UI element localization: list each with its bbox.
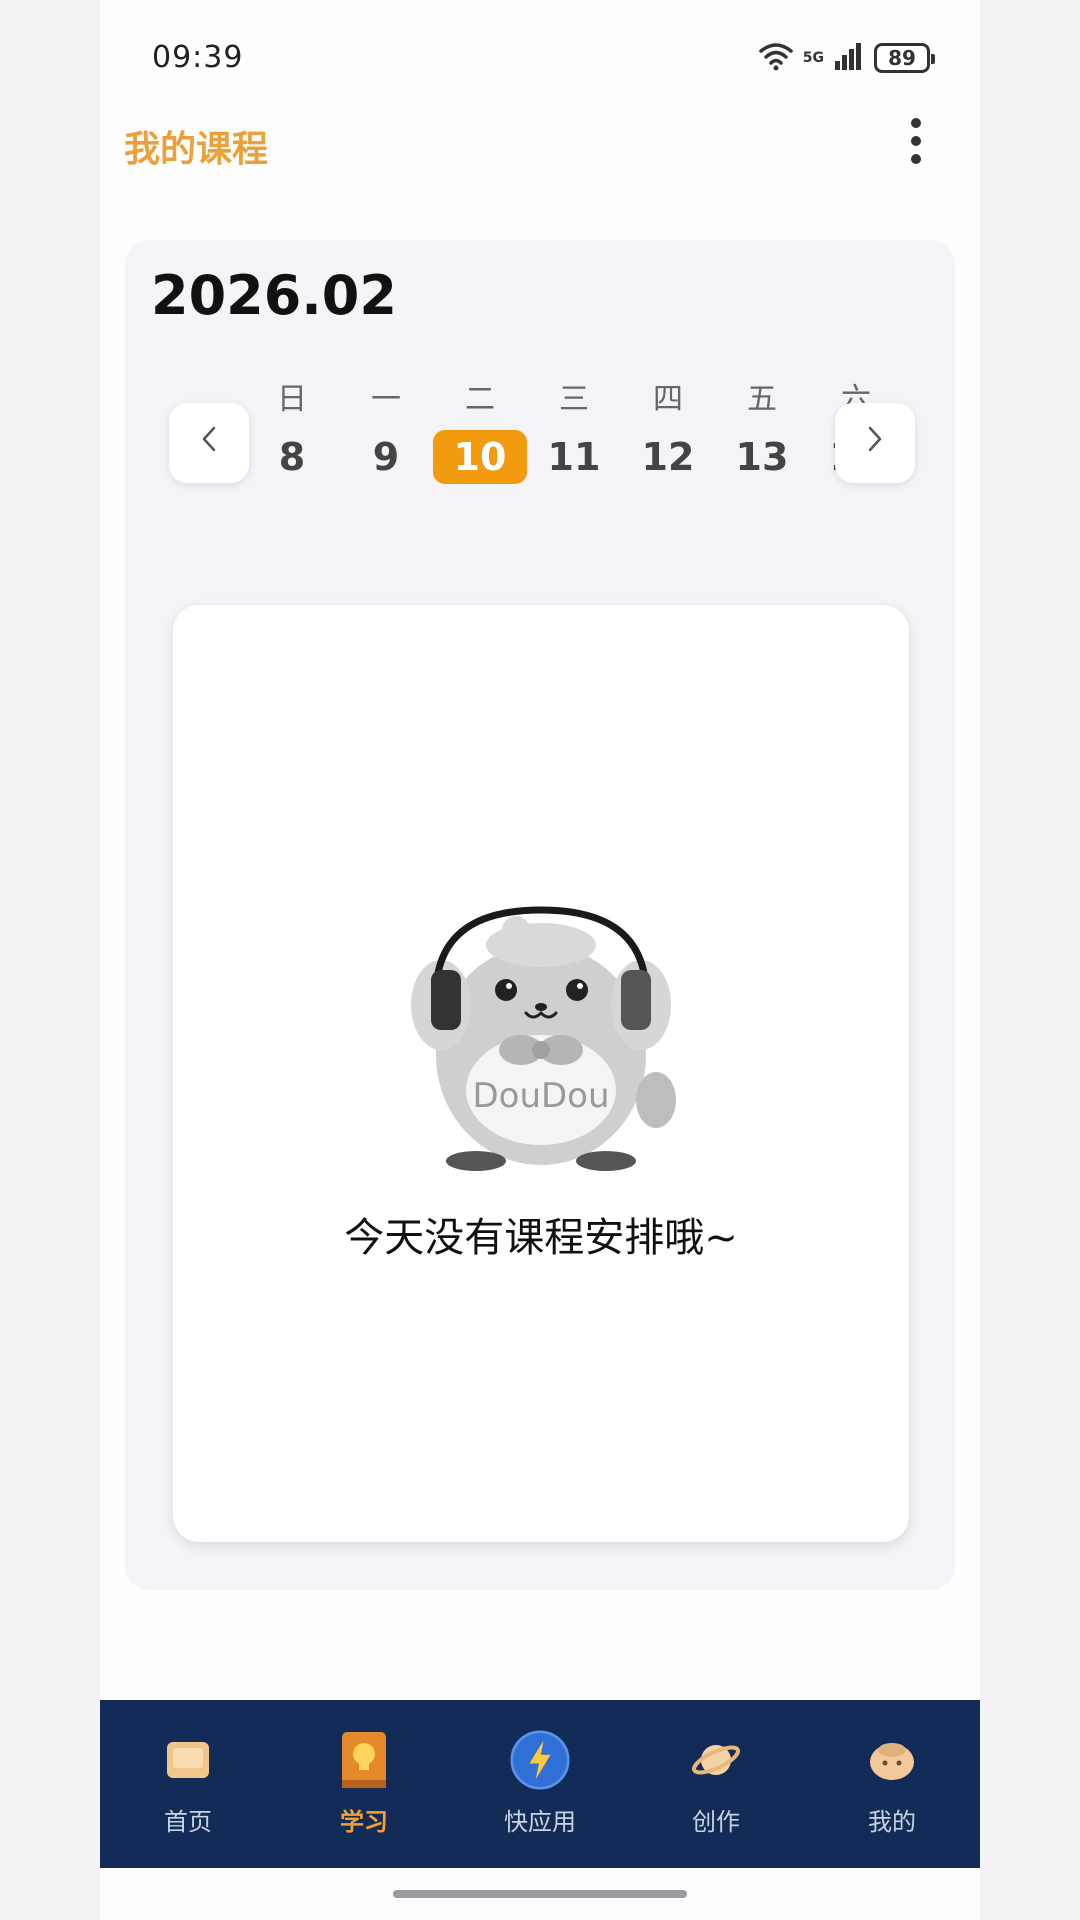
profile-avatar-icon [862, 1730, 922, 1790]
home-icon [158, 1730, 218, 1790]
nav-label: 创作 [692, 1808, 740, 1836]
chevron-right-icon [865, 423, 885, 463]
calendar-day[interactable]: 日 8 [245, 380, 339, 510]
battery-level: 89 [888, 46, 916, 70]
nav-label: 首页 [164, 1808, 212, 1836]
nav-item-mine[interactable]: 我的 [812, 1730, 972, 1837]
quick-app-icon [510, 1730, 570, 1790]
weekday-label: 二 [465, 382, 495, 417]
nav-item-create[interactable]: 创作 [636, 1730, 796, 1837]
chevron-left-icon [199, 423, 219, 463]
nav-label: 我的 [868, 1808, 916, 1836]
empty-state-message: 今天没有课程安排哦~ [344, 1215, 738, 1261]
next-week-button[interactable] [835, 403, 915, 483]
nav-label: 学习 [340, 1808, 388, 1836]
weekday-label: 三 [559, 382, 589, 417]
nav-item-study[interactable]: 学习 [284, 1730, 444, 1837]
calendar-day-selected[interactable]: 二 10 [433, 380, 527, 510]
status-time: 09:39 [152, 40, 244, 75]
nav-item-home[interactable]: 首页 [108, 1730, 268, 1837]
calendar-day[interactable]: 三 11 [527, 380, 621, 510]
date-number: 9 [372, 435, 400, 479]
date-number: 10 [433, 430, 527, 484]
calendar-day[interactable]: 五 13 [715, 380, 809, 510]
battery-icon: 89 [874, 43, 935, 73]
nav-item-quick-app[interactable]: 快应用 [460, 1730, 620, 1837]
mascot-name: DouDou [472, 1076, 609, 1116]
prev-week-button[interactable] [169, 403, 249, 483]
study-book-icon [334, 1730, 394, 1790]
calendar-day[interactable]: 四 12 [621, 380, 715, 510]
network-type-label: 5G [802, 50, 824, 66]
planet-icon [686, 1730, 746, 1790]
weekday-label: 一 [371, 382, 401, 417]
course-list-panel: DouDou 今天没有课程安排哦~ [173, 605, 909, 1542]
cellular-signal-icon [834, 41, 864, 75]
page-title: 我的课程 [124, 129, 269, 170]
date-number: 13 [735, 435, 789, 479]
date-number: 12 [641, 435, 695, 479]
doudou-mascot-illustration: DouDou [411, 906, 676, 1171]
more-vertical-icon[interactable] [906, 118, 926, 164]
bottom-navigation: 首页 学习 快应用 创作 我的 [100, 1700, 980, 1868]
home-indicator[interactable] [393, 1890, 687, 1898]
weekday-label: 四 [653, 382, 683, 417]
status-icons: 5G 89 [759, 40, 935, 76]
wifi-icon [759, 41, 793, 75]
calendar-day[interactable]: 一 9 [339, 380, 433, 510]
weekday-label: 日 [277, 382, 307, 417]
date-number: 8 [278, 435, 306, 479]
nav-label: 快应用 [504, 1808, 576, 1836]
date-number: 11 [547, 435, 601, 479]
week-strip: 日 8 一 9 二 10 三 11 四 12 五 13 六 [245, 380, 882, 510]
phone-screen: 09:39 5G 89 我的课程 2026.02 日 8 一 9 二 10 三 … [100, 0, 980, 1920]
weekday-label: 五 [747, 382, 777, 417]
calendar-card: 2026.02 日 8 一 9 二 10 三 11 四 12 五 13 六 Do… [125, 240, 955, 1590]
calendar-month: 2026.02 [151, 264, 397, 327]
